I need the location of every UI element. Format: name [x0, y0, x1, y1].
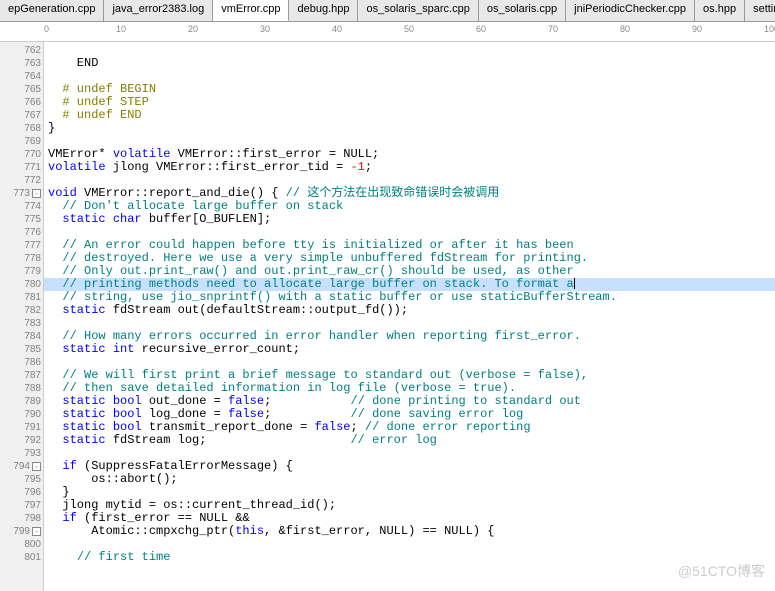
code-line[interactable]: static fdStream out(defaultStream::outpu…	[44, 304, 775, 317]
line-number: 787	[0, 369, 41, 382]
line-number: 786	[0, 356, 41, 369]
line-number: 765	[0, 83, 41, 96]
tab-java_error2383-log[interactable]: java_error2383.log	[104, 0, 213, 21]
line-number: 777	[0, 239, 41, 252]
code-line[interactable]: static int recursive_error_count;	[44, 343, 775, 356]
ruler: 0 10 20 30 40 50 60 70 80 90 100	[0, 22, 775, 42]
line-number: 776	[0, 226, 41, 239]
line-number: 771	[0, 161, 41, 174]
line-number: 799-	[0, 525, 41, 538]
code-line[interactable]: Atomic::cmpxchg_ptr(this, &first_error, …	[44, 525, 775, 538]
line-number: 785	[0, 343, 41, 356]
line-number: 788	[0, 382, 41, 395]
watermark: @51CTO博客	[678, 561, 765, 581]
line-number: 797	[0, 499, 41, 512]
line-number: 780	[0, 278, 41, 291]
line-number: 781	[0, 291, 41, 304]
line-number: 768	[0, 122, 41, 135]
ruler-mark: 100	[764, 24, 775, 34]
line-number: 774	[0, 200, 41, 213]
line-number: 798	[0, 512, 41, 525]
code-line[interactable]: // first time	[44, 551, 775, 564]
line-number: 783	[0, 317, 41, 330]
line-number: 772	[0, 174, 41, 187]
ruler-mark: 0	[44, 24, 49, 34]
line-number: 789	[0, 395, 41, 408]
code-line[interactable]: os::abort();	[44, 473, 775, 486]
line-number: 766	[0, 96, 41, 109]
line-number: 790	[0, 408, 41, 421]
tab-settings-xml[interactable]: settings.xml	[745, 0, 775, 21]
line-number: 796	[0, 486, 41, 499]
code-line[interactable]: static fdStream log; // error log	[44, 434, 775, 447]
ruler-mark: 90	[692, 24, 702, 34]
ruler-mark: 80	[620, 24, 630, 34]
line-number: 769	[0, 135, 41, 148]
line-number: 775	[0, 213, 41, 226]
line-number: 763	[0, 57, 41, 70]
line-number: 764	[0, 70, 41, 83]
tab-os_solaris_sparc-cpp[interactable]: os_solaris_sparc.cpp	[358, 0, 478, 21]
line-number: 778	[0, 252, 41, 265]
text-cursor	[574, 278, 575, 289]
ruler-mark: 30	[260, 24, 270, 34]
line-number: 792	[0, 434, 41, 447]
line-number: 782	[0, 304, 41, 317]
code-line[interactable]: volatile jlong VMError::first_error_tid …	[44, 161, 775, 174]
tab-bar: epGeneration.cppjava_error2383.logvmErro…	[0, 0, 775, 22]
code-line[interactable]: # undef END	[44, 109, 775, 122]
tab-jniPeriodicChecker-cpp[interactable]: jniPeriodicChecker.cpp	[566, 0, 695, 21]
code-line[interactable]: END	[44, 57, 775, 70]
line-number: 767	[0, 109, 41, 122]
fold-toggle-icon[interactable]: -	[32, 462, 41, 471]
tab-vmError-cpp[interactable]: vmError.cpp	[213, 0, 289, 21]
tab-epGeneration-cpp[interactable]: epGeneration.cpp	[0, 0, 104, 21]
line-number: 793	[0, 447, 41, 460]
fold-toggle-icon[interactable]: -	[32, 527, 41, 536]
code-line[interactable]	[44, 44, 775, 57]
ruler-mark: 60	[476, 24, 486, 34]
ruler-mark: 20	[188, 24, 198, 34]
tab-os-hpp[interactable]: os.hpp	[695, 0, 745, 21]
line-number: 762	[0, 44, 41, 57]
ruler-mark: 10	[116, 24, 126, 34]
ruler-mark: 70	[548, 24, 558, 34]
code-area[interactable]: END # undef BEGIN # undef STEP # undef E…	[44, 42, 775, 591]
line-number: 784	[0, 330, 41, 343]
line-number: 770	[0, 148, 41, 161]
ruler-mark: 40	[332, 24, 342, 34]
line-number: 800	[0, 538, 41, 551]
line-number: 773-	[0, 187, 41, 200]
line-number: 794-	[0, 460, 41, 473]
fold-toggle-icon[interactable]: -	[32, 189, 41, 198]
code-line[interactable]: # undef BEGIN	[44, 83, 775, 96]
tab-debug-hpp[interactable]: debug.hpp	[289, 0, 358, 21]
code-line[interactable]: }	[44, 122, 775, 135]
code-line[interactable]: static char buffer[O_BUFLEN];	[44, 213, 775, 226]
tab-os_solaris-cpp[interactable]: os_solaris.cpp	[479, 0, 566, 21]
code-line[interactable]: # undef STEP	[44, 96, 775, 109]
line-number: 779	[0, 265, 41, 278]
line-number: 801	[0, 551, 41, 564]
line-number: 791	[0, 421, 41, 434]
line-gutter: 762763764765766767768769770771772773-774…	[0, 42, 44, 591]
editor: 762763764765766767768769770771772773-774…	[0, 42, 775, 591]
ruler-mark: 50	[404, 24, 414, 34]
line-number: 795	[0, 473, 41, 486]
